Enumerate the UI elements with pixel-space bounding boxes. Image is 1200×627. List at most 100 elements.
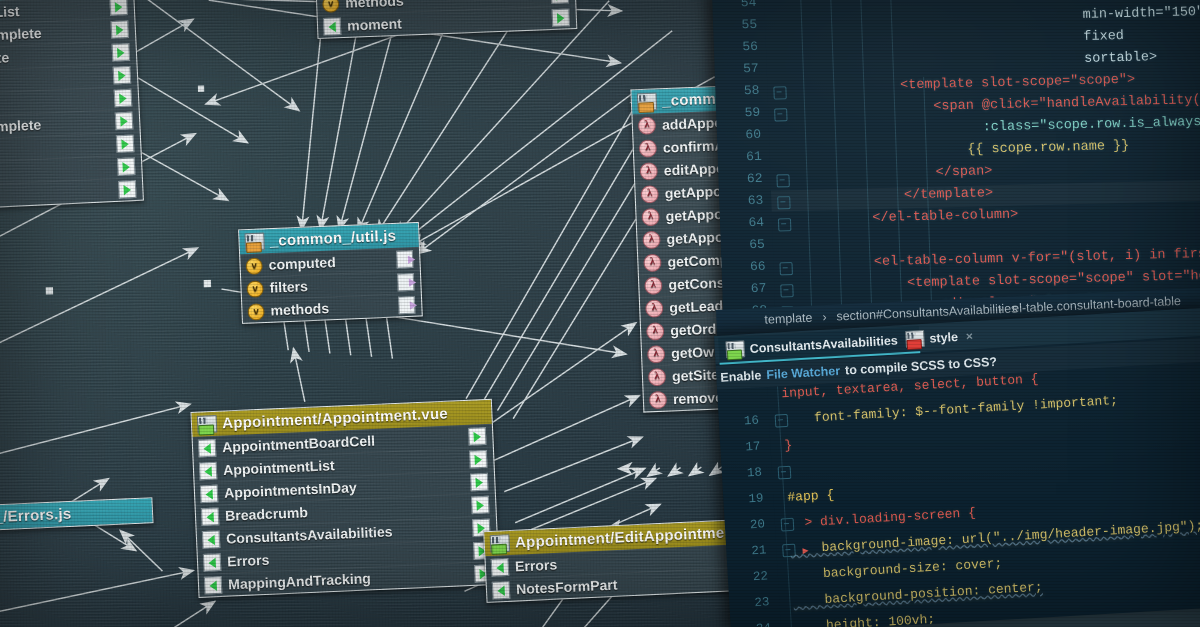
diagram-node-left-list[interactable]: tmentStatusList tantsAutocomplete Autoco…	[0, 0, 144, 213]
function-icon: λ	[646, 322, 665, 341]
code-line[interactable]: fixed	[954, 29, 1124, 48]
export-arrow-icon	[113, 88, 133, 108]
node-row-label	[0, 190, 112, 199]
export-arrow-icon	[112, 65, 132, 85]
line-number: 59	[744, 104, 761, 121]
line-number: 21	[751, 543, 767, 559]
vue-property-icon: v	[245, 257, 263, 275]
diagram-node-common-util[interactable]: _common_/util.js v computed v filters v …	[238, 221, 423, 324]
code-line[interactable]: <template slot-scope="scope">	[835, 73, 1135, 95]
export-arrow-icon	[110, 20, 130, 39]
line-number: 19	[748, 491, 764, 507]
fold-marker[interactable]	[777, 465, 792, 480]
close-icon[interactable]: ×	[966, 329, 974, 343]
node-title: common_/Errors.js	[0, 505, 72, 529]
export-arrow-icon	[550, 0, 570, 5]
code-line[interactable]: </span>	[838, 164, 992, 183]
fold-marker[interactable]	[776, 174, 790, 188]
import-arrow-icon	[490, 558, 510, 577]
import-arrow-icon	[491, 581, 511, 600]
code-line[interactable]: {{ scope.row.name }}	[837, 139, 1130, 161]
line-number: 55	[741, 16, 758, 33]
fold-marker[interactable]	[777, 218, 792, 232]
breadcrumb-item-template[interactable]: template	[764, 311, 813, 327]
code-line[interactable]: <el-table-column v-for="(slot, i) in fir…	[841, 242, 1200, 270]
line-number: 17	[745, 439, 761, 455]
node-row-label: methods	[270, 300, 330, 319]
fold-marker[interactable]	[780, 284, 794, 298]
fold-marker[interactable]	[773, 86, 787, 100]
line-number: 63	[747, 192, 764, 209]
fold-marker[interactable]	[777, 196, 791, 210]
indent-guide	[799, 0, 814, 340]
import-arrow-icon	[199, 484, 219, 504]
line-number: 16	[743, 413, 760, 429]
scss-style-editor[interactable]: ConsultantsAvailabilities × style × Enab…	[714, 307, 1200, 627]
code-line[interactable]: sortable>	[954, 50, 1157, 70]
vue-file-icon	[489, 534, 511, 553]
notification-prefix: Enable	[720, 368, 762, 385]
node-row-label: moment	[346, 16, 403, 34]
breadcrumb-separator: ›	[822, 309, 827, 325]
line-number: 67	[750, 280, 767, 297]
style-code-line[interactable]: background-position: center;	[793, 580, 1043, 609]
code-line[interactable]: prop="name"	[952, 0, 1172, 4]
line-number: 24	[756, 621, 772, 627]
node-row-label: filters	[269, 278, 309, 296]
function-icon: λ	[648, 390, 668, 410]
function-icon: λ	[643, 253, 662, 273]
import-arrow-icon	[322, 17, 342, 36]
vue-property-icon: v	[247, 302, 265, 321]
editor-gutter[interactable]: 54 55 56 57 58 59 60 61 62 63 64 65 66 6…	[712, 0, 777, 342]
line-number: 60	[745, 126, 762, 143]
import-arrow-icon	[201, 530, 221, 549]
tab-label: style	[929, 329, 959, 346]
export-marker-icon	[397, 273, 415, 292]
screenshot-photo: tmentStatusList tantsAutocomplete Autoco…	[0, 0, 1200, 627]
function-icon: λ	[642, 230, 661, 250]
line-number: 56	[742, 38, 759, 55]
line-number: 61	[745, 148, 763, 165]
function-icon: λ	[645, 299, 664, 318]
dependency-diagram-pane[interactable]: tmentStatusList tantsAutocomplete Autoco…	[0, 0, 767, 627]
line-number: 64	[748, 214, 765, 231]
import-arrow-icon	[202, 553, 222, 572]
style-code-line[interactable]: #app {	[787, 487, 835, 505]
import-arrow-icon	[197, 438, 217, 458]
vue-property-icon: v	[322, 0, 340, 13]
style-code-line[interactable]: }	[784, 438, 793, 453]
code-line[interactable]: <span @click="handleAvailability(scope.r…	[836, 91, 1200, 117]
line-number: 65	[748, 236, 766, 253]
code-line[interactable]: <template slot-scope="scope" slot="heade…	[842, 268, 1200, 293]
tab-style[interactable]: style ×	[898, 323, 981, 353]
diagram-node-edit-appointment-vue[interactable]: Appointment/EditAppointment.vue Errors N…	[483, 518, 767, 603]
function-icon: λ	[638, 139, 658, 158]
fold-marker[interactable]	[774, 108, 788, 122]
function-icon: λ	[646, 345, 666, 364]
tab-label: ConsultantsAvailabilities	[749, 332, 899, 356]
import-arrow-icon	[203, 576, 223, 595]
function-icon: λ	[637, 116, 657, 135]
function-icon: λ	[640, 185, 659, 204]
diagram-node-appointment-vue[interactable]: Appointment/Appointment.vue AppointmentB…	[190, 398, 500, 598]
line-number: 54	[740, 0, 757, 11]
code-line[interactable]: min-width="150"	[953, 5, 1200, 26]
export-marker-icon	[396, 250, 414, 269]
line-number: 22	[752, 569, 769, 585]
file-watcher-link[interactable]: File Watcher	[766, 364, 841, 382]
import-arrow-icon	[200, 507, 220, 526]
vue-property-icon: v	[246, 279, 264, 298]
export-arrow-icon	[115, 134, 135, 154]
export-arrow-icon	[109, 0, 128, 16]
export-arrow-icon	[116, 157, 136, 176]
line-number: 23	[754, 595, 770, 611]
code-line[interactable]: </el-table-column>	[840, 208, 1018, 227]
style-code-line[interactable]: height: 100vh;	[794, 612, 936, 627]
style-code-line[interactable]: > div.loading-screen {	[788, 505, 976, 531]
line-number: 58	[743, 82, 760, 99]
function-icon: λ	[641, 207, 660, 227]
style-code-line[interactable]: background-size: cover;	[791, 556, 1003, 583]
line-number: 18	[746, 465, 763, 481]
node-row-label: computed	[268, 254, 337, 273]
fold-marker[interactable]	[779, 262, 793, 276]
